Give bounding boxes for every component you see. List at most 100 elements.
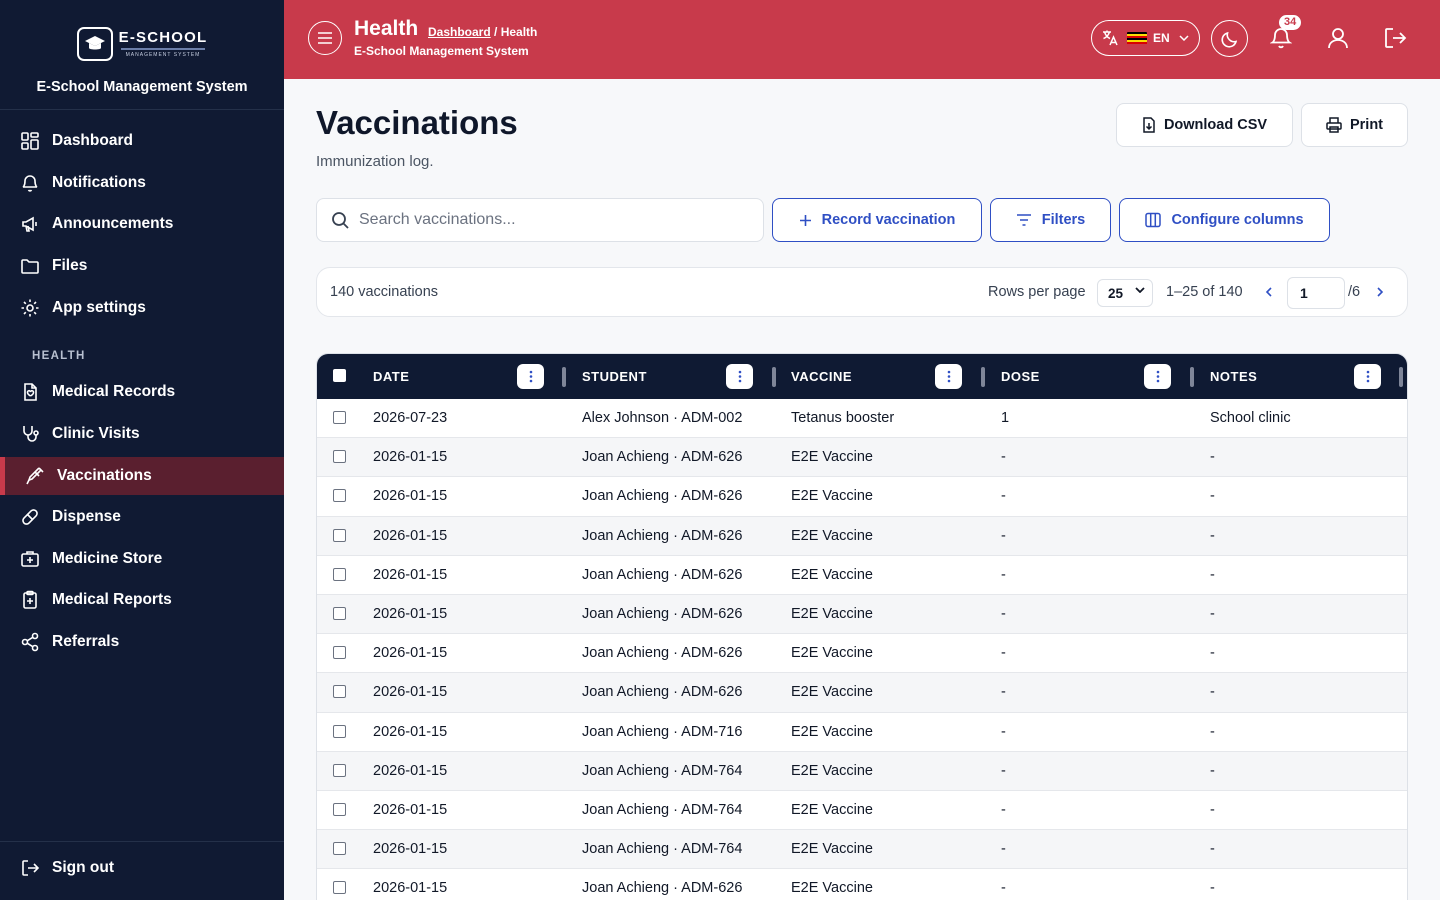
sidebar-item-clinic-visits[interactable]: Clinic Visits [0, 415, 284, 453]
print-button[interactable]: Print [1301, 103, 1408, 147]
cell-vaccine: E2E Vaccine [791, 684, 873, 701]
column-resize-handle[interactable] [1190, 367, 1194, 387]
sign-out-button[interactable]: Sign out [0, 849, 284, 887]
row-checkbox[interactable] [333, 606, 346, 620]
sidebar-item-label: Dispense [52, 508, 121, 525]
previous-page-button[interactable] [1262, 284, 1276, 300]
column-header-date[interactable]: DATE [373, 354, 409, 399]
graduation-cap-icon [76, 27, 113, 61]
row-checkbox[interactable] [333, 450, 346, 464]
kebab-icon [529, 370, 532, 383]
row-checkbox[interactable] [333, 724, 346, 738]
column-header-dose[interactable]: DOSE [1001, 354, 1040, 399]
table-row[interactable]: 2026-01-15 Joan Achieng · ADM-626 E2E Vacc… [317, 477, 1407, 517]
sidebar-item-announcements[interactable]: Announcements [0, 205, 284, 243]
table-row[interactable]: 2026-01-15 Joan Achieng · ADM-716 E2E Vacc… [317, 712, 1407, 752]
breadcrumb-dashboard-link[interactable]: Dashboard [428, 25, 491, 39]
sidebar-item-vaccinations[interactable]: Vaccinations [0, 457, 284, 495]
cell-dose: - [1001, 566, 1006, 583]
column-menu-button[interactable] [726, 364, 753, 389]
sidebar-item-label: Medical Reports [52, 591, 172, 608]
chevron-left-icon [1265, 287, 1272, 297]
row-checkbox[interactable] [333, 763, 346, 777]
column-header-vaccine[interactable]: VACCINE [791, 354, 852, 399]
cell-vaccine: E2E Vaccine [791, 645, 873, 662]
row-checkbox[interactable] [333, 528, 346, 542]
row-checkbox[interactable] [333, 567, 346, 581]
grid-icon [21, 132, 39, 150]
configure-columns-button[interactable]: Configure columns [1119, 198, 1330, 242]
filters-button[interactable]: Filters [990, 198, 1111, 242]
page-number-input[interactable]: 1 [1287, 277, 1345, 309]
row-checkbox[interactable] [333, 685, 346, 699]
column-menu-button[interactable] [935, 364, 962, 389]
sidebar-section-health: HEALTH [32, 350, 86, 362]
table-row[interactable]: 2026-01-15 Joan Achieng · ADM-626 E2E Vacc… [317, 634, 1407, 674]
column-menu-button[interactable] [1354, 364, 1381, 389]
cell-vaccine: E2E Vaccine [791, 566, 873, 583]
total-pages: /6 [1348, 284, 1361, 300]
table-row[interactable]: 2026-01-15 Joan Achieng · ADM-626 E2E Vacc… [317, 438, 1407, 478]
kebab-icon [738, 370, 741, 383]
row-checkbox[interactable] [333, 489, 346, 503]
sidebar-item-referrals[interactable]: Referrals [0, 623, 284, 661]
cell-vaccine: E2E Vaccine [791, 605, 873, 622]
column-header-notes[interactable]: NOTES [1210, 354, 1257, 399]
table-row[interactable]: 2026-01-15 Joan Achieng · ADM-626 E2E Vacc… [317, 869, 1407, 900]
row-checkbox[interactable] [333, 842, 346, 856]
sidebar-item-medical-records[interactable]: Medical Records [0, 373, 284, 411]
cell-date: 2026-01-15 [373, 605, 448, 622]
column-menu-button[interactable] [517, 364, 544, 389]
sidebar-item-app-settings[interactable]: App settings [0, 289, 284, 327]
sidebar-item-medical-reports[interactable]: Medical Reports [0, 581, 284, 619]
download-csv-button[interactable]: Download CSV [1116, 103, 1293, 147]
row-checkbox[interactable] [333, 802, 346, 816]
table-row[interactable]: 2026-01-15 Joan Achieng · ADM-764 E2E Vacc… [317, 751, 1407, 791]
table-row[interactable]: 2026-01-15 Joan Achieng · ADM-626 E2E Vacc… [317, 555, 1407, 595]
table-row[interactable]: 2026-07-23 Alex Johnson · ADM-002 Tetanus … [317, 399, 1407, 439]
logo[interactable]: E-SCHOOL MANAGEMENT SYSTEM [76, 26, 208, 62]
sidebar-item-dispense[interactable]: Dispense [0, 498, 284, 536]
row-checkbox[interactable] [333, 881, 346, 895]
sidebar-item-label: Announcements [52, 215, 174, 232]
theme-toggle-button[interactable] [1211, 20, 1248, 57]
sidebar-item-dashboard[interactable]: Dashboard [0, 122, 284, 160]
sidebar-item-medicine-store[interactable]: Medicine Store [0, 540, 284, 578]
column-resize-handle[interactable] [1399, 367, 1403, 387]
logout-icon [1385, 28, 1407, 48]
printer-icon [1326, 117, 1342, 133]
column-header-student[interactable]: STUDENT [582, 354, 647, 399]
print-label: Print [1349, 117, 1384, 133]
pill-icon [22, 509, 38, 525]
cell-notes: - [1210, 449, 1215, 466]
menu-toggle-button[interactable] [308, 21, 342, 55]
cell-notes: - [1210, 762, 1215, 779]
profile-button[interactable] [1327, 26, 1349, 50]
stethoscope-icon [23, 426, 39, 442]
column-menu-button[interactable] [1144, 364, 1171, 389]
column-resize-handle[interactable] [562, 367, 566, 387]
row-checkbox[interactable] [333, 646, 346, 660]
table-row[interactable]: 2026-01-15 Joan Achieng · ADM-764 E2E Vacc… [317, 830, 1407, 870]
column-resize-handle[interactable] [772, 367, 776, 387]
logout-button[interactable] [1383, 26, 1407, 50]
table-row[interactable]: 2026-01-15 Joan Achieng · ADM-626 E2E Vacc… [317, 516, 1407, 556]
next-page-button[interactable] [1373, 284, 1387, 300]
table-row[interactable]: 2026-01-15 Joan Achieng · ADM-764 E2E Vacc… [317, 790, 1407, 831]
table-row[interactable]: 2026-01-15 Joan Achieng · ADM-626 E2E Vacc… [317, 673, 1407, 713]
hamburger-icon [318, 32, 332, 44]
share-icon [21, 632, 39, 652]
search-input[interactable] [359, 211, 739, 229]
select-all-checkbox[interactable] [333, 369, 346, 382]
table-row[interactable]: 2026-01-15 Joan Achieng · ADM-626 E2E Vacc… [317, 594, 1407, 635]
rows-per-page-select[interactable]: 25 [1097, 279, 1153, 307]
page-range: 1–25 of 140 [1166, 284, 1243, 300]
record-vaccination-button[interactable]: Record vaccination [772, 198, 982, 242]
sidebar-item-files[interactable]: Files [0, 247, 284, 285]
cell-student: Joan Achieng · ADM-626 [582, 488, 743, 505]
cell-date: 2026-01-15 [373, 645, 448, 662]
sidebar-item-notifications[interactable]: Notifications [0, 164, 284, 202]
row-checkbox[interactable] [333, 411, 346, 424]
language-selector[interactable]: EN [1091, 20, 1200, 56]
column-resize-handle[interactable] [981, 367, 985, 387]
